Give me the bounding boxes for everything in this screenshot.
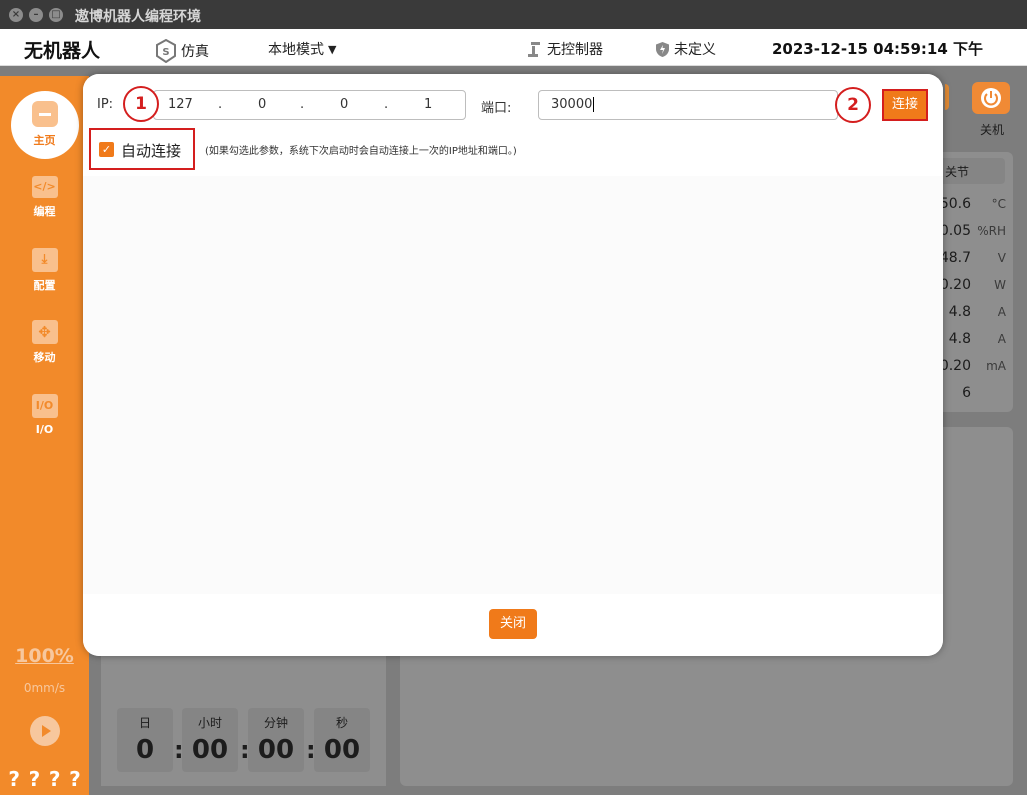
maximize-window-icon[interactable]: □ (49, 8, 63, 22)
port-value: 30000 (551, 97, 595, 112)
auto-connect-checkbox[interactable]: ✓ (99, 142, 114, 157)
ip-label: IP: (97, 97, 114, 112)
safety-label: 未定义 (674, 42, 716, 58)
sidebar-item-move[interactable]: ✥ 移动 (0, 320, 89, 365)
timer-label: 小时 (197, 716, 222, 730)
window-title: 遨博机器人编程环境 (75, 9, 201, 25)
sidebar: 主页 </> 编程 ⤓ 配置 ✥ 移动 I/O I/O 100% 0mm/s ?… (0, 76, 89, 795)
move-icon: ✥ (31, 320, 58, 344)
dialog-footer: 关闭 (83, 594, 943, 656)
timer-label: 日 (138, 716, 151, 730)
sidebar-item-config[interactable]: ⤓ 配置 (0, 248, 89, 293)
datetime-display: 2023-12-15 04:59:14 下午 (771, 40, 983, 58)
step-badge-1: 1 (123, 86, 159, 122)
svg-text:S: S (162, 47, 169, 58)
timer-seconds: 秒 00 (314, 708, 370, 772)
sidebar-item-label: 配置 (33, 279, 56, 292)
sidebar-item-label: 编程 (33, 205, 56, 218)
ip-octet-3[interactable]: 0 (340, 97, 348, 112)
sidebar-item-label: I/O (35, 423, 54, 436)
timer-value: 00 (191, 735, 229, 765)
ip-dot: . (300, 97, 305, 112)
bg-orange-button (945, 84, 949, 110)
speed-percentage[interactable]: 100% (0, 645, 89, 667)
window-titlebar: × – □ 遨博机器人编程环境 (0, 0, 1027, 29)
play-icon (42, 725, 51, 737)
robot-arm-icon (528, 42, 540, 57)
timer-value: 00 (257, 735, 295, 765)
sidebar-item-program[interactable]: </> 编程 (0, 176, 89, 219)
reading-unit: °C (991, 197, 1006, 211)
controller-status: 无控制器 (525, 39, 603, 59)
connection-dialog: IP: 127 . 0 . 0 . 1 1 端口: 30000 2 连接 ✓ 自… (83, 74, 943, 656)
help-button[interactable]: ? (69, 767, 81, 791)
reading-unit: A (997, 305, 1006, 319)
auto-connect-label: 自动连接 (121, 142, 182, 160)
mode-dropdown[interactable]: 本地模式 ▼ (268, 39, 336, 59)
help-button[interactable]: ? (8, 767, 20, 791)
reading-unit: V (997, 251, 1006, 265)
run-timer: 日 0 : 小时 00 : 分钟 00 : 秒 00 (101, 656, 386, 786)
sidebar-item-label: 主页 (33, 134, 56, 147)
reading-unit: %RH (977, 224, 1006, 238)
shield-icon (656, 41, 669, 57)
connect-button[interactable]: 连接 (882, 89, 928, 121)
power-icon (981, 88, 1001, 108)
play-button[interactable] (30, 716, 60, 746)
timer-value: 0 (135, 735, 155, 765)
sidebar-item-label: 移动 (33, 351, 56, 364)
code-icon: </> (31, 176, 58, 198)
io-icon: I/O (31, 394, 58, 418)
ip-octet-2[interactable]: 0 (258, 97, 266, 112)
ip-octet-4[interactable]: 1 (424, 97, 432, 112)
minimize-window-icon[interactable]: – (29, 8, 43, 22)
poweroff-label: 关机 (980, 123, 1005, 137)
ip-octet-1[interactable]: 127 (168, 97, 193, 112)
home-icon (31, 101, 58, 127)
help-button[interactable]: ? (49, 767, 61, 791)
controller-label: 无控制器 (547, 42, 603, 58)
simulation-toggle[interactable]: S 仿真 (155, 39, 209, 63)
safety-status: 未定义 (655, 39, 716, 59)
port-input[interactable]: 30000 (538, 90, 838, 120)
auto-connect-option[interactable]: ✓ 自动连接 (89, 128, 195, 170)
reading-unit: A (997, 332, 1006, 346)
speed-mm-per-second: 0mm/s (23, 681, 66, 695)
auto-connect-hint: (如果勾选此参数，系统下次启动时会自动连接上一次的IP地址和端口。) (205, 146, 517, 157)
chevron-down-icon: ▼ (328, 42, 337, 56)
mode-label: 本地模式 (268, 42, 324, 58)
timer-label: 分钟 (263, 716, 288, 730)
ip-dot: . (384, 97, 389, 112)
simulation-label: 仿真 (181, 44, 209, 60)
close-button[interactable]: 关闭 (489, 609, 537, 639)
timer-days: 日 0 (117, 708, 173, 772)
help-button[interactable]: ? (29, 767, 41, 791)
connection-form: IP: 127 . 0 . 0 . 1 1 端口: 30000 2 连接 ✓ 自… (83, 74, 943, 176)
reading-unit: W (994, 278, 1006, 292)
simulation-icon: S (156, 39, 176, 63)
timer-hours: 小时 00 (182, 708, 238, 772)
config-icon: ⤓ (31, 248, 58, 272)
poweroff-button[interactable] (972, 82, 1010, 114)
help-buttons: ? ? ? ? (0, 767, 89, 791)
sidebar-item-io[interactable]: I/O I/O (0, 394, 89, 436)
port-label: 端口: (481, 101, 512, 116)
timer-value: 00 (323, 735, 361, 765)
step-badge-2: 2 (835, 87, 871, 123)
timer-minutes: 分钟 00 (248, 708, 304, 772)
timer-label: 秒 (335, 716, 348, 730)
ip-address-input[interactable]: 127 . 0 . 0 . 1 (153, 90, 466, 120)
app-header: 无机器人 S 仿真 本地模式 ▼ 无控制器 未定义 2023-12-15 04:… (0, 29, 1027, 66)
tab-joint-label: 关节 (945, 165, 970, 179)
ip-dot: . (218, 97, 223, 112)
close-window-icon[interactable]: × (9, 8, 23, 22)
robot-name: 无机器人 (24, 40, 101, 62)
reading-unit: mA (986, 359, 1006, 373)
